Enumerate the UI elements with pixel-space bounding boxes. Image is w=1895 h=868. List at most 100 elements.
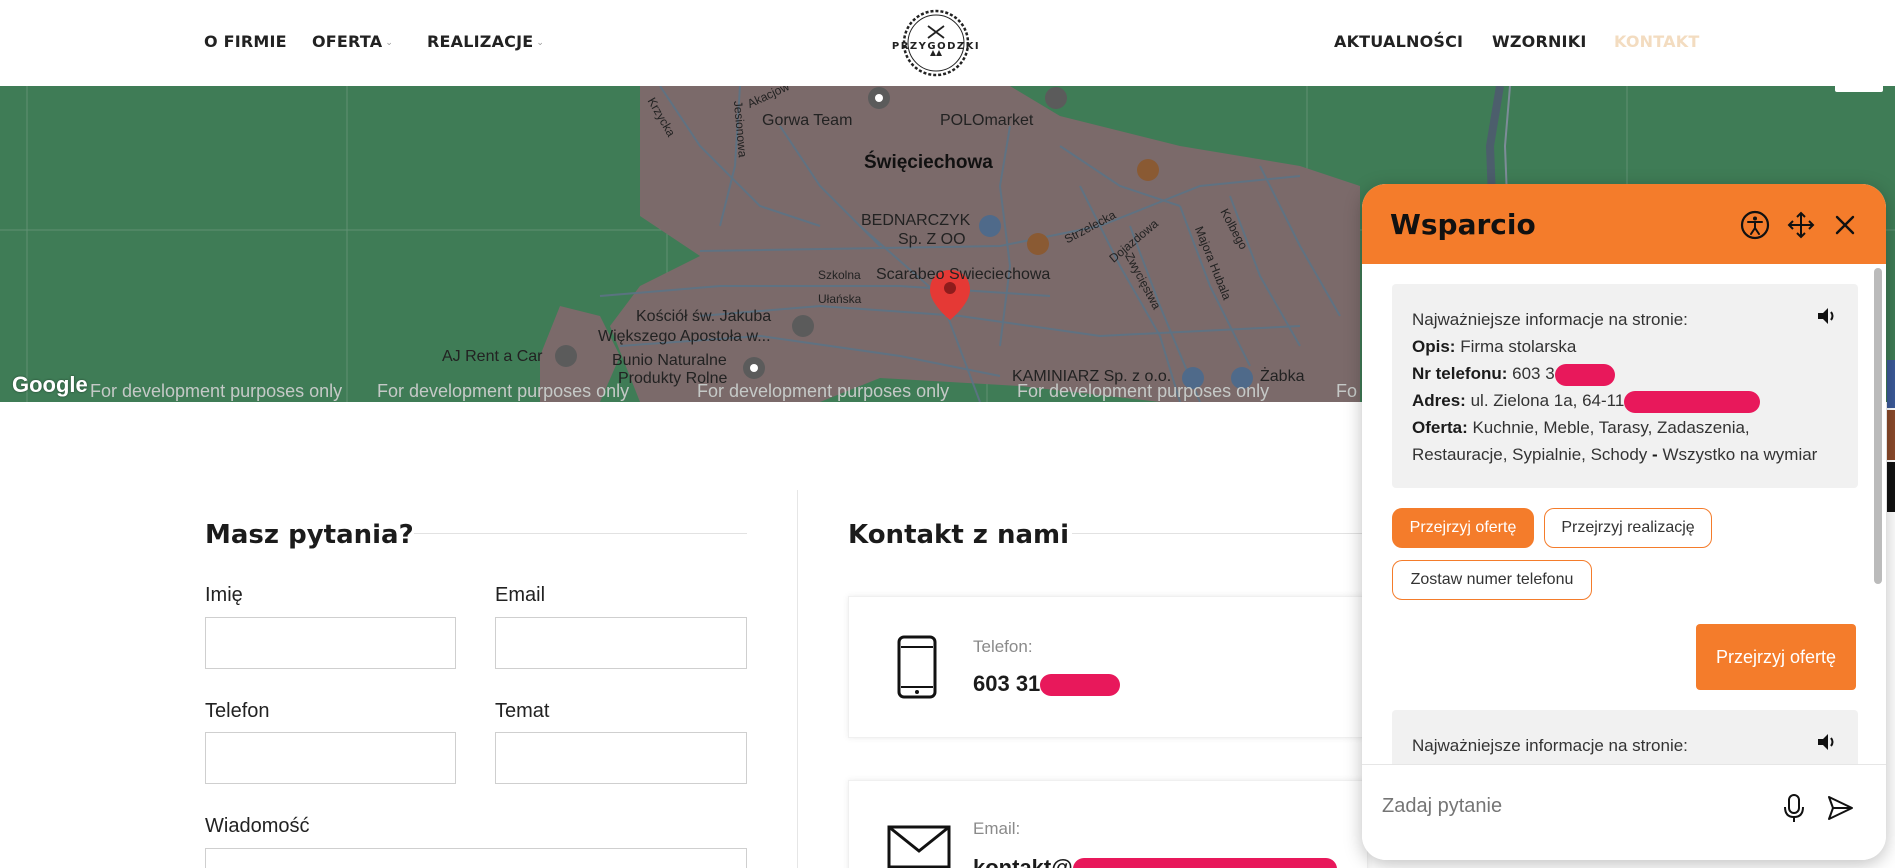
- user-message: Przejrzyj ofertę: [1695, 624, 1856, 690]
- map-street-label: Szkolna: [818, 268, 861, 282]
- chat-header: Wsparcio: [1362, 184, 1886, 264]
- move-icon[interactable]: [1784, 208, 1818, 242]
- chevron-down-icon: ⌄: [385, 38, 394, 48]
- map-poi-label: POLOmarket: [940, 112, 1034, 129]
- phone-card: Telefon: 603 31: [848, 596, 1368, 738]
- send-icon[interactable]: [1826, 795, 1854, 826]
- nav-wzorniki[interactable]: WZORNIKI: [1492, 32, 1586, 51]
- chip-przejrzyj-realizacje[interactable]: Przejrzyj realizację: [1544, 508, 1712, 548]
- redaction-mark: [1040, 674, 1121, 697]
- speaker-icon[interactable]: [1816, 306, 1838, 334]
- site-header: O FIRMIE OFERTA ⌄ REALIZACJE ⌄ PRZYGODZKI …: [0, 0, 1895, 86]
- map-poi-label: Bunio Naturalne: [612, 352, 727, 369]
- accessibility-icon[interactable]: [1738, 208, 1772, 242]
- bot-message-opis: Opis: Firma stolarska: [1412, 333, 1838, 360]
- opis-value: Firma stolarska: [1460, 337, 1577, 356]
- nav-realizacje[interactable]: REALIZACJE ⌄: [427, 32, 544, 51]
- dev-notice: For development purposes only: [697, 381, 950, 401]
- redaction-mark: [1072, 858, 1337, 868]
- phone-card-value[interactable]: 603 31: [973, 671, 1121, 697]
- chat-scrollbar[interactable]: [1874, 268, 1882, 584]
- map-town-label: Święciechowa: [864, 152, 993, 173]
- phone-icon: [897, 635, 937, 704]
- envelope-icon: [887, 825, 951, 868]
- chat-title: Wsparcio: [1390, 208, 1536, 241]
- title-divider: [1072, 533, 1368, 534]
- chat-messages[interactable]: Najważniejsze informacje na stronie: Opi…: [1362, 264, 1886, 810]
- bot-message-offer: Oferta: Kuchnie, Meble, Tarasy, Zadaszen…: [1412, 418, 1818, 464]
- close-icon[interactable]: [1828, 208, 1862, 242]
- phone-label: Nr telefonu:: [1412, 364, 1508, 383]
- dev-notice: For development purposes only: [1017, 381, 1270, 401]
- map-street-label: Ułańska: [818, 292, 862, 306]
- map-poi-label: BEDNARCZYK: [861, 212, 971, 229]
- column-divider: [797, 490, 798, 868]
- dev-notice: Fo: [1336, 381, 1358, 401]
- name-label: Imię: [205, 584, 243, 606]
- side-strip: [1887, 462, 1895, 512]
- phone-card-label: Telefon:: [973, 637, 1033, 656]
- nav-aktualnosci[interactable]: AKTUALNOŚCI: [1334, 32, 1463, 51]
- chat-input-bar: [1362, 764, 1886, 860]
- bot-message: Najważniejsze informacje na stronie: Opi…: [1392, 284, 1858, 488]
- map-fullscreen-button[interactable]: [1835, 86, 1883, 92]
- side-strip: [1887, 360, 1895, 408]
- chat-question-input[interactable]: [1382, 795, 1762, 818]
- chip-label: Przejrzyj realizację: [1561, 519, 1695, 536]
- google-logo[interactable]: Google: [12, 372, 88, 398]
- chevron-down-icon: ⌄: [536, 38, 545, 48]
- logo-text: PRZYGODZKI: [892, 41, 980, 52]
- address-label: Adres:: [1412, 391, 1466, 410]
- nav-o-firmie[interactable]: O FIRMIE: [204, 32, 287, 51]
- address-value: ul. Zielona 1a, 64-11: [1470, 391, 1625, 410]
- map-poi-label: Kościół św. Jakuba: [636, 308, 772, 325]
- chip-label: Zostaw numer telefonu: [1410, 571, 1574, 588]
- contact-title: Kontakt z nami: [848, 520, 1070, 550]
- map-poi-label: AJ Rent a Car: [442, 348, 543, 365]
- logo[interactable]: PRZYGODZKI: [886, 8, 986, 78]
- chip-label: Przejrzyj ofertę: [1409, 519, 1517, 536]
- bot-message-phone: Nr telefonu: 603 3: [1412, 360, 1838, 387]
- nav-kontakt-label: KONTAKT: [1614, 32, 1700, 51]
- nav-oferta-label: OFERTA: [312, 32, 383, 51]
- subject-input[interactable]: [495, 732, 747, 784]
- opis-label: Opis:: [1412, 337, 1456, 356]
- speaker-icon[interactable]: [1816, 732, 1838, 760]
- email-card-label: Email:: [973, 819, 1021, 838]
- email-input[interactable]: [495, 617, 747, 669]
- nav-wzorniki-label: WZORNIKI: [1492, 32, 1587, 51]
- title-divider: [414, 533, 747, 534]
- email-label: Email: [495, 584, 546, 606]
- name-input[interactable]: [205, 617, 456, 669]
- subject-label: Temat: [495, 700, 550, 722]
- bot-message-intro: Najważniejsze informacje na stronie:: [1412, 310, 1688, 329]
- map-poi-label: Większego Apostoła w...: [598, 328, 771, 345]
- chip-przejrzyj-oferte[interactable]: Przejrzyj ofertę: [1392, 508, 1534, 548]
- side-strip: [1887, 410, 1895, 460]
- microphone-icon[interactable]: [1782, 793, 1806, 828]
- support-chat-widget: Wsparcio Najważniejsze informacje na str…: [1362, 184, 1886, 860]
- email-card-value[interactable]: kontakt@: [973, 855, 1337, 868]
- bot-message-address: Adres: ul. Zielona 1a, 64-11: [1412, 387, 1838, 414]
- nav-kontakt[interactable]: KONTAKT: [1614, 32, 1699, 51]
- phone-value: 603 3: [1512, 364, 1555, 383]
- map-poi-label: Scarabeo Swieciechowa: [876, 266, 1051, 283]
- phone-value-text: 603 31: [973, 671, 1041, 696]
- offer-suffix: Wszystko na wymiar: [1662, 445, 1818, 464]
- message-label: Wiadomość: [205, 815, 310, 837]
- offer-label: Oferta:: [1412, 418, 1468, 437]
- message-textarea[interactable]: [205, 848, 747, 868]
- dev-notice: For development purposes only: [377, 381, 630, 401]
- nav-oferta[interactable]: OFERTA ⌄: [312, 32, 393, 51]
- chip-zostaw-numer[interactable]: Zostaw numer telefonu: [1392, 560, 1592, 600]
- phone-input[interactable]: [205, 732, 456, 784]
- form-title: Masz pytania?: [205, 520, 414, 550]
- bot-message-intro: Najważniejsze informacje na stronie:: [1412, 736, 1688, 755]
- map-poi-label: Gorwa Team: [762, 112, 853, 129]
- map-poi-label: Sp. Z OO: [898, 231, 966, 248]
- phone-label: Telefon: [205, 700, 270, 722]
- nav-o-firmie-label: O FIRMIE: [204, 32, 287, 51]
- dev-notice: For development purposes only: [90, 381, 343, 401]
- email-value-text: kontakt@: [973, 855, 1073, 868]
- redaction-mark: [1624, 390, 1761, 413]
